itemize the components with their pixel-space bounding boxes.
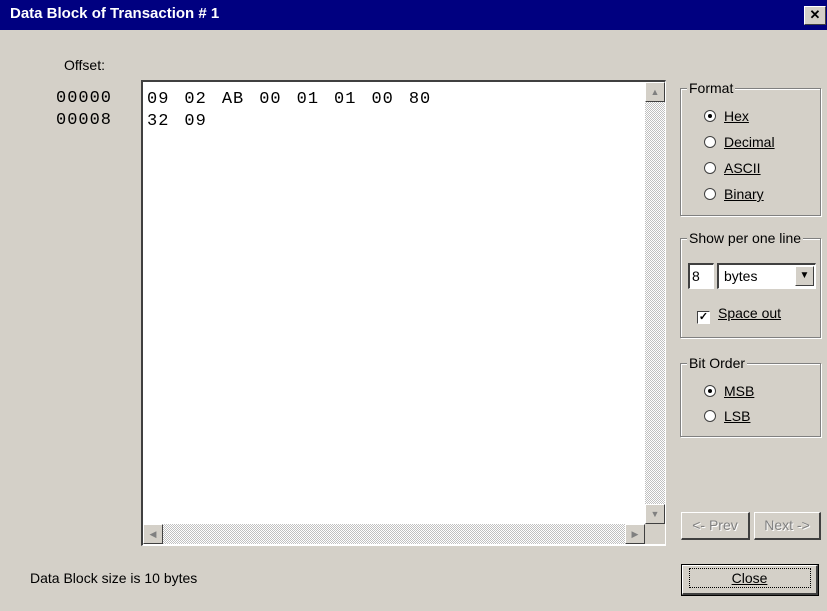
hex-byte: 01 (334, 90, 357, 109)
option-label: Decimal (724, 134, 775, 150)
close-icon: ✕ (809, 7, 821, 22)
unit-select-value: bytes (724, 268, 758, 284)
scroll-down-button[interactable]: ▼ (645, 504, 665, 524)
format-group: Format Hex Decimal ASCII Binary (680, 80, 821, 216)
hex-lines: 09 02 AB 00 01 01 00 80 32 09 (147, 89, 446, 133)
format-option-ascii[interactable]: ASCII (704, 160, 761, 176)
arrow-up-icon: ▲ (650, 87, 660, 97)
format-group-title: Format (687, 80, 736, 96)
bytes-per-line-input[interactable]: 8 (688, 263, 714, 289)
radio-icon (704, 162, 716, 174)
arrow-right-icon: ▶ (631, 529, 639, 539)
prev-button[interactable]: <- Prev (681, 512, 750, 540)
bit-order-msb[interactable]: MSB (704, 383, 754, 399)
radio-icon (704, 410, 716, 422)
option-label: ASCII (724, 160, 761, 176)
bit-order-group: Bit Order MSB LSB (680, 355, 821, 437)
close-button[interactable]: Close (681, 564, 819, 596)
hex-byte: AB (221, 90, 245, 109)
radio-selected-icon (704, 110, 716, 122)
checkmark-icon: ✓ (697, 311, 710, 324)
format-option-hex[interactable]: Hex (704, 108, 749, 124)
chevron-down-icon[interactable]: ▼ (795, 266, 814, 286)
hex-byte: 09 (147, 90, 170, 109)
bit-order-lsb[interactable]: LSB (704, 408, 750, 424)
arrow-down-icon: ▼ (650, 509, 660, 519)
show-per-line-title: Show per one line (687, 230, 804, 246)
scroll-up-button[interactable]: ▲ (645, 82, 665, 102)
window-title: Data Block of Transaction # 1 (10, 5, 220, 22)
hex-byte: 32 (147, 112, 170, 131)
option-label: LSB (724, 408, 751, 424)
close-window-button[interactable]: ✕ (804, 6, 826, 25)
scroll-right-button[interactable]: ▶ (625, 524, 645, 544)
option-label: MSB (724, 383, 755, 399)
hex-byte: 00 (371, 90, 394, 109)
arrow-left-icon: ◀ (149, 529, 157, 539)
radio-icon (704, 188, 716, 200)
unit-select[interactable]: bytes ▼ (717, 263, 816, 289)
vertical-scrollbar[interactable]: ▲ ▼ (645, 82, 665, 524)
hex-byte: 01 (296, 90, 320, 109)
next-button[interactable]: Next -> (754, 512, 821, 540)
offset-value: 00008 (56, 111, 113, 130)
option-label: Hex (724, 108, 749, 124)
space-out-label: Space out (718, 305, 782, 321)
format-option-decimal[interactable]: Decimal (704, 134, 775, 150)
hex-byte: 00 (259, 90, 282, 109)
format-option-binary[interactable]: Binary (704, 186, 764, 202)
close-button-label: Close (688, 568, 811, 588)
radio-icon (704, 136, 716, 148)
hex-data-view[interactable]: 09 02 AB 00 01 01 00 80 32 09 ▲ ▼ ◀ ▶ (141, 80, 666, 546)
scroll-left-button[interactable]: ◀ (143, 524, 163, 544)
offset-label: Offset: (64, 57, 105, 73)
title-bar: Data Block of Transaction # 1 ✕ (0, 0, 827, 30)
scrollbar-corner (645, 524, 665, 544)
hex-byte: 80 (408, 90, 432, 109)
status-text: Data Block size is 10 bytes (30, 570, 198, 586)
bit-order-title: Bit Order (687, 355, 748, 371)
hex-byte: 09 (184, 112, 207, 131)
offset-value: 00000 (56, 89, 113, 108)
space-out-checkbox[interactable]: ✓ Space out (697, 305, 781, 324)
hex-byte: 02 (184, 90, 207, 109)
option-label: Binary (724, 186, 764, 202)
offset-column: 00000 00008 (56, 88, 112, 132)
horizontal-scrollbar[interactable]: ◀ ▶ (143, 524, 645, 544)
hex-line: 32 09 (147, 111, 446, 133)
hex-line: 09 02 AB 00 01 01 00 80 (147, 89, 446, 111)
radio-selected-icon (704, 385, 716, 397)
